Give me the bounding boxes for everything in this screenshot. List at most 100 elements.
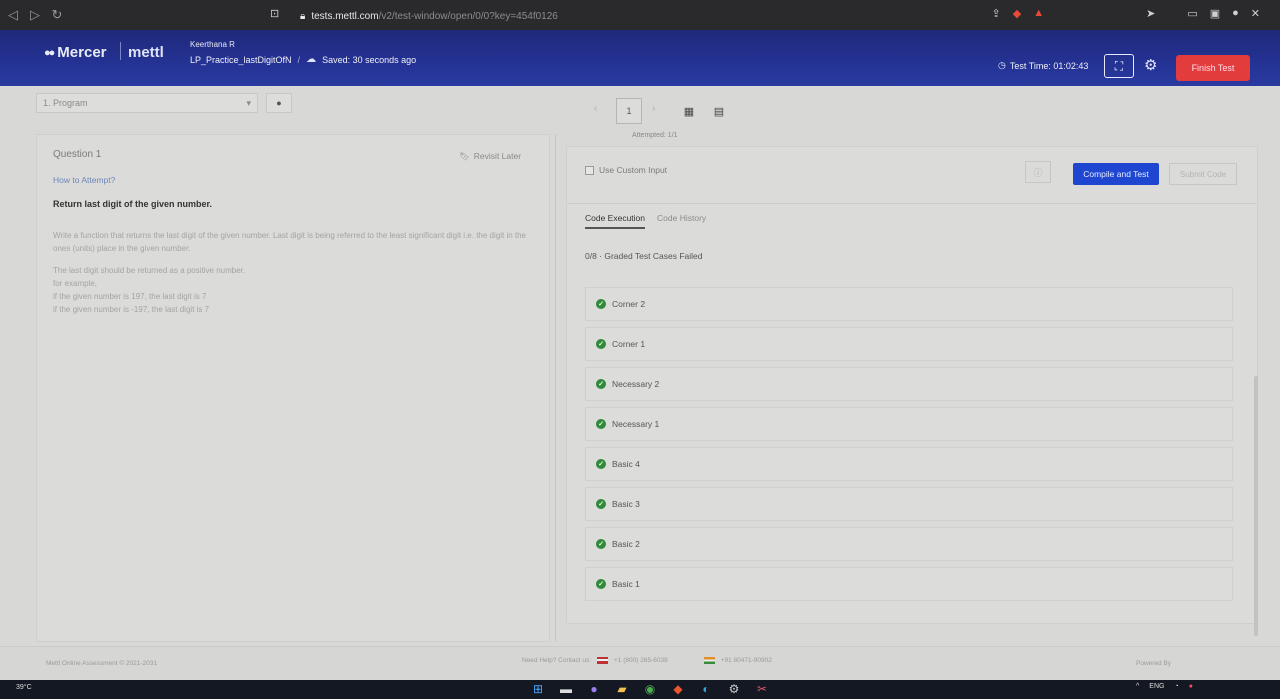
system-tray: ^ ENG ◔ ● [1136, 683, 1193, 690]
wallet-icon[interactable]: ▣ [1210, 7, 1220, 20]
page-number[interactable]: 1 [616, 98, 642, 124]
test-case-label: Basic 2 [612, 539, 640, 549]
check-circle-icon: ✓ [596, 379, 606, 389]
test-case-row[interactable]: ✓ Corner 1 [585, 327, 1233, 361]
test-case-label: Basic 4 [612, 459, 640, 469]
tools-icon[interactable]: ✂ [754, 682, 770, 696]
main-content: 1. Program ▾ ● ‹ 1 › ▦ ▤ Attempted: 1/1 … [0, 86, 1280, 680]
test-case-row[interactable]: ✓ Basic 4 [585, 447, 1233, 481]
prev-page-icon[interactable]: ‹ [594, 103, 597, 114]
notification-icon[interactable]: ● [1189, 683, 1193, 690]
weather-temp: 39°C [16, 684, 32, 691]
brave-icon[interactable]: ◆ [670, 682, 686, 696]
browser-toolbar: ◁ ▷ ↻ ⊡ 🔒︎ tests.mettl.com /v2/test-wind… [0, 0, 1280, 30]
question-panel: Question 1 🔖︎ Revisit Later How to Attem… [36, 134, 550, 642]
finish-test-button[interactable]: Finish Test [1176, 55, 1250, 81]
wifi-icon[interactable]: ◔ [1174, 683, 1178, 690]
chevron-down-icon: ▾ [246, 97, 251, 108]
fullscreen-button[interactable]: ⛶ [1104, 54, 1134, 78]
folder-icon[interactable]: ▰ [614, 682, 630, 696]
test-case-row[interactable]: ✓ Corner 2 [585, 287, 1233, 321]
bookmark-icon[interactable]: ⊡ [270, 7, 279, 20]
help-contacts: Need Help? Contact us: +1 (800) 265-6038… [522, 657, 772, 664]
separator: / [297, 54, 301, 65]
help-label: Need Help? Contact us: [522, 657, 592, 664]
settings-icon[interactable]: ⚙ [1144, 56, 1157, 74]
question-line: if the given number is 197, the last dig… [53, 292, 207, 301]
info-icon: ⓘ [1033, 167, 1043, 178]
compile-and-test-button[interactable]: Compile and Test [1073, 163, 1159, 185]
app-header: ●● Mercer mettl Keerthana R LP_Practice_… [0, 30, 1280, 86]
check-circle-icon: ✓ [596, 539, 606, 549]
reload-icon[interactable]: ↻ [48, 7, 66, 23]
chrome-icon[interactable]: ◉ [642, 682, 658, 696]
bookmark-icon: 🔖︎ [459, 151, 470, 161]
test-case-label: Corner 1 [612, 339, 646, 349]
check-circle-icon: ✓ [596, 339, 606, 349]
test-case-row[interactable]: ✓ Basic 1 [585, 567, 1233, 601]
program-select[interactable]: 1. Program ▾ [36, 93, 258, 113]
next-page-icon[interactable]: › [652, 103, 655, 114]
test-case-row[interactable]: ✓ Basic 2 [585, 527, 1233, 561]
tab-code-history[interactable]: Code History [657, 213, 706, 229]
mercer-logo-text: Mercer [57, 44, 107, 61]
brave-icon[interactable]: ◆ [1013, 7, 1021, 20]
panel-divider[interactable] [555, 134, 556, 642]
address-bar[interactable]: 🔒︎ tests.mettl.com /v2/test-window/open/… [300, 6, 960, 26]
custom-input-toggle[interactable]: Use Custom Input [585, 165, 667, 175]
sidebar-icon[interactable]: ▭ [1187, 7, 1197, 20]
cloud-icon: ☁ [306, 54, 317, 65]
test-timer: ◷ Test Time: 01:02:43 [998, 60, 1088, 71]
submit-code-button[interactable]: Submit Code [1169, 163, 1237, 185]
fullscreen-icon: ⛶ [1114, 58, 1124, 73]
back-icon[interactable]: ◁ [4, 7, 22, 23]
saved-status: Saved: 30 seconds ago [322, 54, 417, 65]
windows-start-icon[interactable]: ⊞ [530, 682, 546, 696]
url-path: /v2/test-window/open/0/0?key=454f0126 [378, 10, 558, 22]
test-case-label: Corner 2 [612, 299, 646, 309]
question-heading: Return last digit of the given number. [53, 199, 213, 209]
tab-code-execution[interactable]: Code Execution [585, 213, 646, 229]
info-icon: ● [276, 98, 282, 108]
info-button[interactable]: ⓘ [1025, 161, 1051, 183]
test-info: LP_Practice_lastDigitOfN / ☁ Saved: 30 s… [190, 54, 416, 65]
chat-icon[interactable]: ● [586, 682, 602, 696]
extension-icon[interactable]: ✕ [1251, 7, 1260, 20]
test-name: LP_Practice_lastDigitOfN [190, 54, 292, 65]
calculator-icon[interactable]: ▤ [708, 102, 730, 120]
logo-divider [120, 42, 121, 60]
info-button[interactable]: ● [266, 93, 292, 113]
test-case-row[interactable]: ✓ Necessary 2 [585, 367, 1233, 401]
lock-icon: 🔒︎ [300, 10, 306, 22]
check-circle-icon: ✓ [596, 299, 606, 309]
test-case-list: ✓ Corner 2 ✓ Corner 1 ✓ Necessary 2 ✓ Necess… [585, 287, 1233, 607]
mettl-logo: mettl [128, 44, 164, 61]
edge-icon[interactable]: ◐ [698, 682, 714, 696]
forward-icon[interactable]: ▷ [26, 7, 44, 23]
language[interactable]: ENG [1149, 683, 1164, 690]
check-circle-icon: ✓ [596, 499, 606, 509]
test-case-row[interactable]: ✓ Necessary 1 [585, 407, 1233, 441]
grid-view-icon[interactable]: ▦ [678, 102, 700, 120]
chevron-up-icon[interactable]: ^ [1136, 683, 1139, 690]
settings-icon[interactable]: ⚙ [726, 682, 742, 696]
test-case-row[interactable]: ✓ Basic 3 [585, 487, 1233, 521]
user-name: Keerthana R [190, 40, 235, 49]
cursor-icon: ➤ [1146, 8, 1156, 20]
revisit-label: Revisit Later [473, 151, 522, 161]
how-to-attempt-link[interactable]: How to Attempt? [53, 175, 115, 185]
share-icon[interactable]: ⇪ [992, 7, 1001, 20]
custom-input-checkbox[interactable] [585, 165, 594, 175]
question-title: Question 1 [53, 149, 102, 160]
copyright: Mettl Online Assessment © 2021-2031 [46, 660, 158, 667]
vpn-icon[interactable]: ● [1232, 7, 1239, 20]
rewards-icon[interactable]: ▲ [1033, 7, 1044, 20]
phone-in: +91 80471-90902 [720, 657, 772, 664]
test-case-label: Basic 3 [612, 499, 640, 509]
mercer-logo-icon: ●● [44, 46, 55, 59]
revisit-later-button[interactable]: 🔖︎ Revisit Later [459, 151, 521, 162]
scrollbar[interactable] [1254, 376, 1258, 636]
question-paragraph: Write a function that returns the last d… [53, 231, 527, 253]
test-case-label: Necessary 1 [612, 419, 660, 429]
search-icon[interactable]: ▬ [558, 682, 574, 696]
